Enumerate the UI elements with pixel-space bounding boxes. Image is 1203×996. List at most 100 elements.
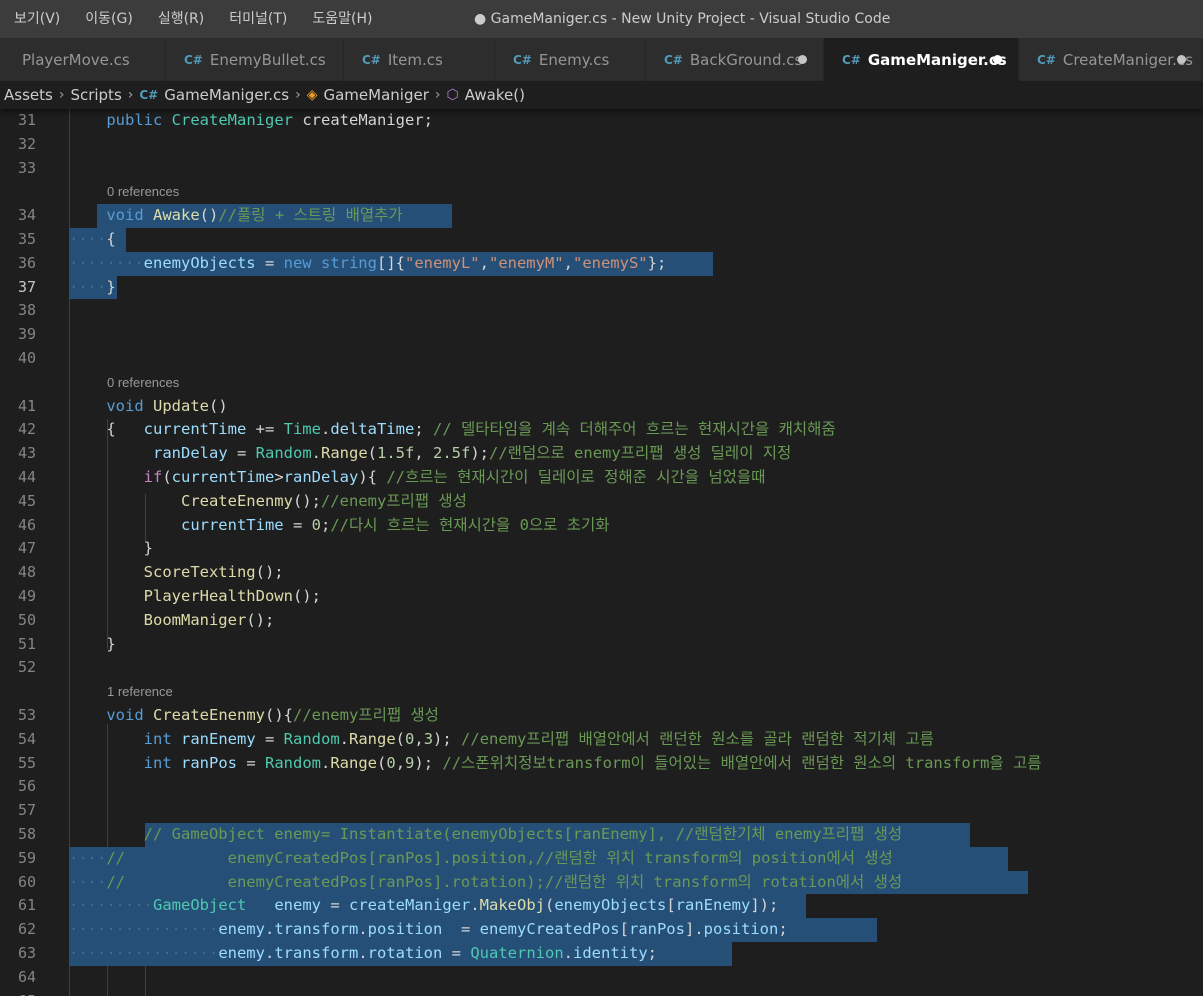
code-line[interactable]: 51 } (0, 633, 1203, 657)
code-line[interactable]: 59 ····// enemyCreatedPos[ranPos].positio… (0, 846, 1203, 871)
codelens-references[interactable]: 0 references (107, 371, 179, 395)
code-text: } (69, 633, 116, 657)
line-number: 53 (17, 706, 36, 724)
code-token: = (442, 944, 471, 962)
code-token: ; (414, 420, 433, 439)
code-line[interactable]: 61 ·········GameObject enemy = createMani… (0, 894, 1203, 919)
code-token: Update (153, 396, 209, 415)
code-token: (); (255, 563, 284, 582)
code-line[interactable]: 35 ····{ (0, 228, 1203, 252)
code-line[interactable]: 57 (0, 799, 1203, 823)
line-number: 58 (17, 825, 36, 843)
unsaved-dot-icon[interactable] (993, 55, 1002, 64)
breadcrumb-method[interactable]: Awake() (465, 86, 525, 104)
unsaved-dot-icon[interactable] (1177, 55, 1186, 64)
code-line[interactable]: 41 void Update() (0, 395, 1203, 419)
code-token: ; (647, 944, 657, 962)
codelens-references[interactable]: 1 reference (107, 680, 173, 704)
code-line[interactable]: 32 (0, 133, 1203, 157)
code-line[interactable]: 47 } (0, 537, 1203, 561)
line-number: 44 (17, 468, 36, 486)
menu-go[interactable]: 이동(G) (71, 0, 144, 38)
code-line[interactable]: 43 ranDelay = Random.Range(1.5f, 2.5f);/… (0, 442, 1203, 466)
code-line[interactable]: 46 currentTime = 0;//다시 흐르는 현재시간을 0으로 초기… (0, 514, 1203, 538)
code-line[interactable]: 49 PlayerHealthDown(); (0, 585, 1203, 609)
breadcrumb-file[interactable]: GameManiger.cs (164, 86, 289, 104)
code-token: // enemyCreatedPos[ranPos].rotation);//랜… (106, 872, 903, 891)
code-line[interactable]: 34 void Awake()//풀링 + 스트링 배열추가 (0, 204, 1203, 228)
code-text: } (69, 537, 153, 561)
code-line[interactable]: 42 { currentTime += Time.deltaTime; // 델… (0, 418, 1203, 442)
codelens-row: 0 references (0, 180, 1203, 204)
code-token: CreateEnenmy (180, 491, 293, 510)
code-text: BoomManiger(); (69, 609, 275, 633)
unsaved-dot-icon[interactable] (798, 55, 807, 64)
menu-run[interactable]: 실행(R) (144, 0, 215, 38)
code-token: Range (330, 753, 378, 772)
tab-background[interactable]: C# BackGround.cs (646, 38, 824, 81)
code-text: ········enemyObjects = new string[]{"ene… (69, 252, 666, 276)
code-line[interactable]: 53 void CreateEnenmy(){//enemy프리팹 생성 (0, 704, 1203, 728)
code-line[interactable]: 37 ····} (0, 275, 1203, 300)
code-token: ···· (69, 872, 107, 891)
code-line[interactable]: 62 ················enemy.transform.positi… (0, 918, 1203, 942)
code-line[interactable]: 31 public CreateManiger createManiger; (0, 109, 1203, 133)
tab-enemy[interactable]: C# Enemy.cs (495, 38, 646, 81)
code-line[interactable]: 63 ················enemy.transform.rotati… (0, 942, 1203, 966)
tab-createmaniger[interactable]: C# CreateManiger.cs (1019, 38, 1203, 81)
tab-gamemaniger[interactable]: C# GameManiger.cs (824, 38, 1019, 81)
code-line[interactable]: 48 ScoreTexting(); (0, 561, 1203, 585)
code-line[interactable]: 60 ····// enemyCreatedPos[ranPos].rotatio… (0, 870, 1203, 895)
code-token: GameObject (153, 896, 247, 915)
code-line[interactable]: 58 // GameObject enemy= Instantiate(enem… (0, 823, 1203, 847)
code-text: ·········GameObject enemy = createManige… (69, 894, 778, 918)
code-line[interactable]: 44 if(currentTime>ranDelay){ //흐르는 현재시간이… (0, 466, 1203, 490)
code-token: } (69, 634, 116, 653)
line-number: 62 (17, 920, 36, 939)
code-line[interactable]: 45 CreateEnenmy();//enemy프리팹 생성 (0, 490, 1203, 514)
menu-help[interactable]: 도움말(H) (298, 0, 383, 38)
code-line[interactable]: 52 (0, 656, 1203, 680)
code-line[interactable]: 40 (0, 347, 1203, 371)
code-line[interactable]: 55 int ranPos = Random.Range(0,9); //스폰위… (0, 752, 1203, 776)
tab-enemybullet[interactable]: C# EnemyBullet.cs (166, 38, 344, 81)
line-number: 40 (17, 349, 36, 367)
code-token: ); (470, 444, 490, 463)
line-number: 57 (17, 801, 36, 820)
code-line[interactable]: 64 (0, 966, 1203, 990)
code-token: ········· (69, 896, 153, 915)
code-line[interactable]: 54 int ranEnemy = Random.Range(0,3); //e… (0, 728, 1203, 752)
code-line[interactable]: 36 ········enemyObjects = new string[]{"e… (0, 251, 1203, 276)
codelens-references[interactable]: 0 references (107, 180, 179, 204)
code-line[interactable]: 33 (0, 157, 1203, 181)
code-token: //다시 흐르는 현재시간을 0으로 초기화 (330, 515, 610, 534)
csharp-file-icon: C# (513, 52, 532, 67)
tab-label: Enemy.cs (538, 50, 610, 69)
code-text: void Awake()//풀링 + 스트링 배열추가 (69, 204, 402, 228)
code-line[interactable]: 65 (0, 990, 1203, 996)
line-number: 31 (17, 111, 36, 129)
code-token: if (143, 468, 163, 486)
code-token: currentTime (171, 468, 275, 486)
code-text: CreateEnenmy();//enemy프리팹 생성 (69, 490, 467, 514)
code-line[interactable]: 39 (0, 323, 1203, 347)
menu-view[interactable]: 보기(V) (0, 0, 71, 38)
code-line[interactable]: 50 BoomManiger(); (0, 609, 1203, 633)
breadcrumb-scripts[interactable]: Scripts (70, 86, 121, 104)
code-token: [ (666, 896, 676, 915)
class-icon: ◈ (306, 87, 318, 103)
code-line[interactable]: 56 (0, 775, 1203, 799)
tab-playermove[interactable]: PlayerMove.cs (0, 38, 166, 81)
tab-item[interactable]: C# Item.cs (344, 38, 495, 81)
breadcrumb-class[interactable]: GameManiger (323, 86, 428, 104)
code-line[interactable]: 38 (0, 299, 1203, 323)
code-token: . (264, 920, 275, 939)
code-token: = (321, 896, 349, 915)
code-token: > (274, 468, 284, 486)
menu-terminal[interactable]: 터미널(T) (215, 0, 298, 38)
code-editor[interactable]: 31 public CreateManiger createManiger; 32… (0, 109, 1203, 996)
breadcrumb-assets[interactable]: Assets (4, 86, 53, 104)
line-number: 59 (17, 848, 36, 867)
